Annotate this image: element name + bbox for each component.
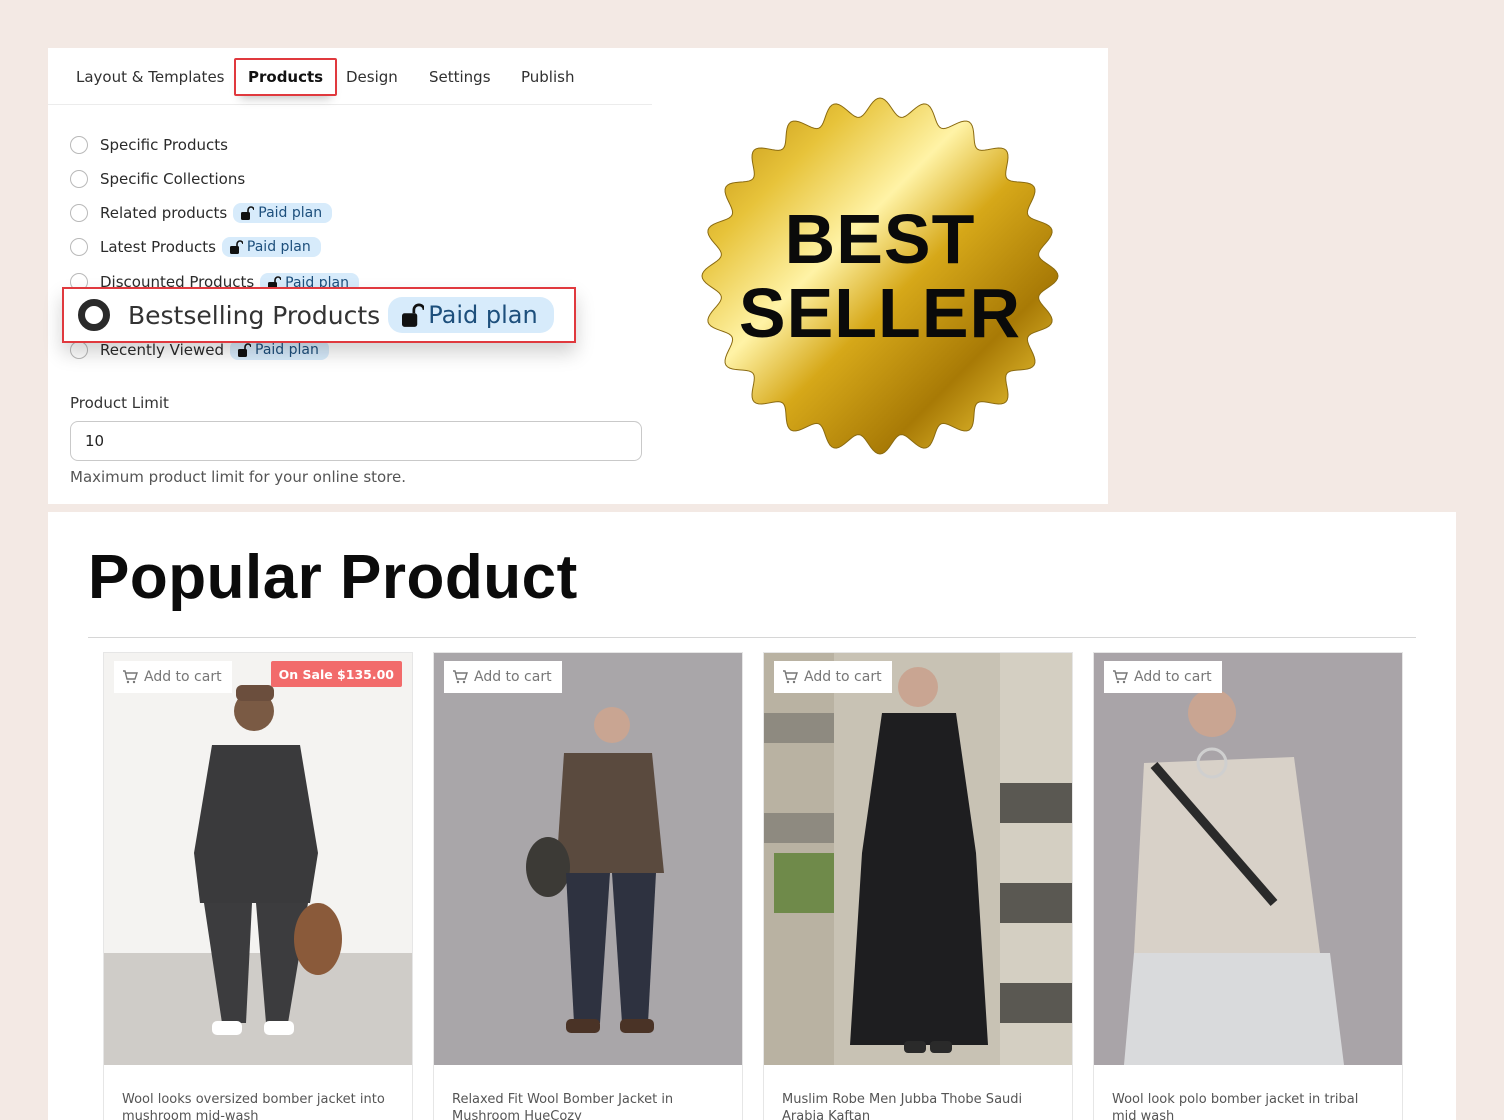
product-image[interactable] xyxy=(764,653,1072,1065)
divider xyxy=(88,637,1416,638)
sale-badge: On Sale $135.00 xyxy=(270,661,402,687)
product-image[interactable] xyxy=(1094,653,1402,1065)
radio-button[interactable] xyxy=(70,204,88,222)
product-limit-label: Product Limit xyxy=(70,394,169,412)
paid-plan-badge: Paid plan xyxy=(221,237,321,257)
product-title[interactable]: Wool look polo bomber jacket in tribal m… xyxy=(1112,1091,1384,1120)
add-to-cart-label: Add to cart xyxy=(474,669,552,685)
radio-button-selected[interactable] xyxy=(78,299,110,331)
product-card[interactable]: Add to cart Muslim Robe Men Jubba Thobe … xyxy=(763,652,1073,1120)
cart-icon xyxy=(123,670,138,684)
product-card[interactable]: Add to cart On Sale $135.00 Wool looks o… xyxy=(103,652,413,1120)
option-label: Related products xyxy=(100,204,228,222)
radio-button[interactable] xyxy=(70,136,88,154)
tab-settings[interactable]: Settings xyxy=(429,68,491,86)
cart-icon xyxy=(453,670,468,684)
tab-publish[interactable]: Publish xyxy=(521,68,574,86)
product-card[interactable]: Add to cart Relaxed Fit Wool Bomber Jack… xyxy=(433,652,743,1120)
paid-plan-badge: Paid plan xyxy=(388,297,554,333)
product-limit-help: Maximum product limit for your online st… xyxy=(70,468,407,486)
lock-icon xyxy=(238,343,251,357)
radio-button[interactable] xyxy=(70,341,88,359)
option-latest-products[interactable]: Latest Products Paid plan xyxy=(70,235,321,259)
option-label: Specific Collections xyxy=(100,170,246,188)
product-title[interactable]: Muslim Robe Men Jubba Thobe Saudi Arabia… xyxy=(782,1091,1054,1120)
badge-label: Paid plan xyxy=(246,239,311,255)
badge-label: Paid plan xyxy=(255,342,319,358)
add-to-cart-label: Add to cart xyxy=(1134,669,1212,685)
seal-line-2: SELLER xyxy=(738,274,1022,352)
product-image[interactable] xyxy=(104,653,412,1065)
radio-button[interactable] xyxy=(70,170,88,188)
add-to-cart-button[interactable]: Add to cart xyxy=(1104,661,1222,693)
add-to-cart-label: Add to cart xyxy=(804,669,882,685)
product-limit-input[interactable] xyxy=(70,421,642,461)
product-card[interactable]: Add to cart Wool look polo bomber jacket… xyxy=(1093,652,1403,1120)
tab-design[interactable]: Design xyxy=(346,68,398,86)
settings-panel: Layout & Templates Products Design Setti… xyxy=(48,48,1108,504)
lock-icon xyxy=(402,303,425,327)
lock-icon xyxy=(229,240,243,254)
badge-label: Paid plan xyxy=(258,205,323,221)
lock-icon xyxy=(241,206,255,220)
seal-line-1: BEST xyxy=(784,200,976,278)
option-label: Bestselling Products xyxy=(128,300,381,330)
add-to-cart-button[interactable]: Add to cart xyxy=(114,661,232,693)
tab-bar: Layout & Templates Products Design Setti… xyxy=(48,48,652,105)
option-specific-products[interactable]: Specific Products xyxy=(70,133,228,157)
seal-text: BEST SELLER xyxy=(688,84,1072,468)
popular-product-section: Popular Product Add to cart On Sale $135… xyxy=(48,512,1456,1120)
option-related-products[interactable]: Related products Paid plan xyxy=(70,201,333,225)
tab-products[interactable]: Products xyxy=(234,58,338,96)
product-title[interactable]: Wool looks oversized bomber jacket into … xyxy=(122,1091,394,1120)
add-to-cart-label: Add to cart xyxy=(144,669,222,685)
add-to-cart-button[interactable]: Add to cart xyxy=(774,661,892,693)
tab-layout-templates[interactable]: Layout & Templates xyxy=(76,68,224,86)
product-title[interactable]: Relaxed Fit Wool Bomber Jacket in Mushro… xyxy=(452,1091,724,1120)
option-bestselling-products[interactable]: Bestselling Products Paid plan xyxy=(62,287,576,343)
paid-plan-badge: Paid plan xyxy=(233,203,333,223)
option-label: Latest Products xyxy=(100,238,216,256)
product-image[interactable] xyxy=(434,653,742,1065)
radio-button[interactable] xyxy=(70,238,88,256)
badge-label: Paid plan xyxy=(428,301,538,329)
cart-icon xyxy=(1113,670,1128,684)
option-specific-collections[interactable]: Specific Collections xyxy=(70,167,245,191)
option-label: Specific Products xyxy=(100,136,228,154)
section-title: Popular Product xyxy=(88,543,578,612)
cart-icon xyxy=(783,670,798,684)
add-to-cart-button[interactable]: Add to cart xyxy=(444,661,562,693)
paid-plan-badge: Paid plan xyxy=(230,340,329,360)
option-label: Recently Viewed xyxy=(100,341,224,359)
